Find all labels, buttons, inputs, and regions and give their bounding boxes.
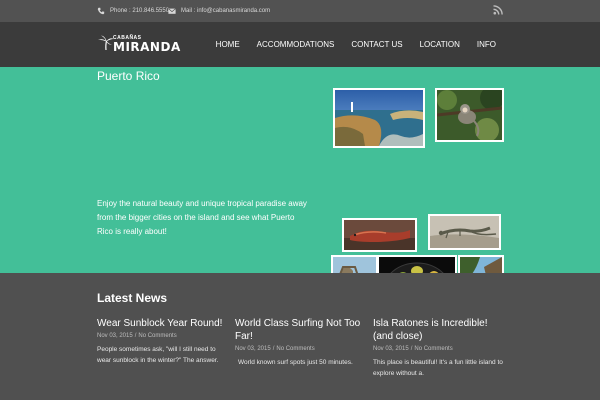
- post-meta: Nov 03, 2015/No Comments: [97, 333, 227, 339]
- main-nav: HOME ACCOMMODATIONS CONTACT US LOCATION …: [199, 22, 496, 67]
- nav-home[interactable]: HOME: [216, 40, 240, 49]
- hero-section: Puerto Rico Enjoy the natural beauty and…: [0, 67, 600, 324]
- post-comments-link[interactable]: No Comments: [276, 346, 314, 352]
- post-excerpt: People sometimes ask, "will I still need…: [97, 346, 219, 364]
- post-meta-separator: /: [272, 346, 275, 352]
- news-post: Isla Ratones is Incredible! (and close) …: [373, 317, 503, 379]
- top-bar: Phone : 210.846.5550 Mail : info@cabanas…: [0, 0, 600, 22]
- rss-icon[interactable]: [493, 5, 503, 15]
- coastal-lighthouse-photo[interactable]: [333, 88, 425, 148]
- site-logo[interactable]: CABAÑAS MIRANDA: [97, 35, 180, 55]
- latest-news-section: Latest News Wear Sunblock Year Round! No…: [0, 273, 600, 400]
- phone-text: Phone : 210.846.5550: [110, 8, 170, 14]
- news-post: Wear Sunblock Year Round! Nov 03, 2015/N…: [97, 317, 227, 366]
- post-date: Nov 03, 2015: [97, 333, 133, 339]
- nav-contact-us[interactable]: CONTACT US: [351, 40, 402, 49]
- email-text: Mail : info@cabanasmiranda.com: [181, 8, 271, 14]
- post-excerpt: This place is beautiful! It's a fun litt…: [373, 359, 503, 377]
- post-title-link[interactable]: World Class Surfing Not Too Far!: [235, 317, 365, 343]
- nav-info[interactable]: INFO: [477, 40, 496, 49]
- news-post: World Class Surfing Not Too Far! Nov 03,…: [235, 317, 365, 368]
- post-meta: Nov 03, 2015/No Comments: [373, 346, 503, 352]
- news-heading: Latest News: [97, 291, 168, 305]
- phone-icon: [97, 7, 105, 15]
- post-title-link[interactable]: Wear Sunblock Year Round!: [97, 317, 227, 330]
- mail-icon: [168, 8, 176, 14]
- nav-location[interactable]: LOCATION: [420, 40, 460, 49]
- email-contact[interactable]: Mail : info@cabanasmiranda.com: [168, 0, 270, 22]
- site-header: CABAÑAS MIRANDA HOME ACCOMMODATIONS CONT…: [0, 22, 600, 67]
- post-date: Nov 03, 2015: [373, 346, 409, 352]
- hero-title: Puerto Rico: [97, 69, 160, 83]
- post-meta-separator: /: [134, 333, 137, 339]
- logo-text-big: MIRANDA: [113, 40, 181, 54]
- post-title-link[interactable]: Isla Ratones is Incredible! (and close): [373, 317, 503, 343]
- iguana-photo[interactable]: [428, 214, 501, 250]
- monkey-photo[interactable]: [435, 88, 504, 142]
- hero-text: Enjoy the natural beauty and unique trop…: [97, 199, 307, 236]
- post-meta-separator: /: [410, 346, 413, 352]
- phone-contact[interactable]: Phone : 210.846.5550: [97, 0, 169, 22]
- nav-accommodations[interactable]: ACCOMMODATIONS: [257, 40, 335, 49]
- post-date: Nov 03, 2015: [235, 346, 271, 352]
- lizard-photo[interactable]: [342, 218, 417, 252]
- post-comments-link[interactable]: No Comments: [414, 346, 452, 352]
- post-comments-link[interactable]: No Comments: [138, 333, 176, 339]
- post-meta: Nov 03, 2015/No Comments: [235, 346, 365, 352]
- post-excerpt: World known surf spots just 50 minutes.: [238, 359, 353, 366]
